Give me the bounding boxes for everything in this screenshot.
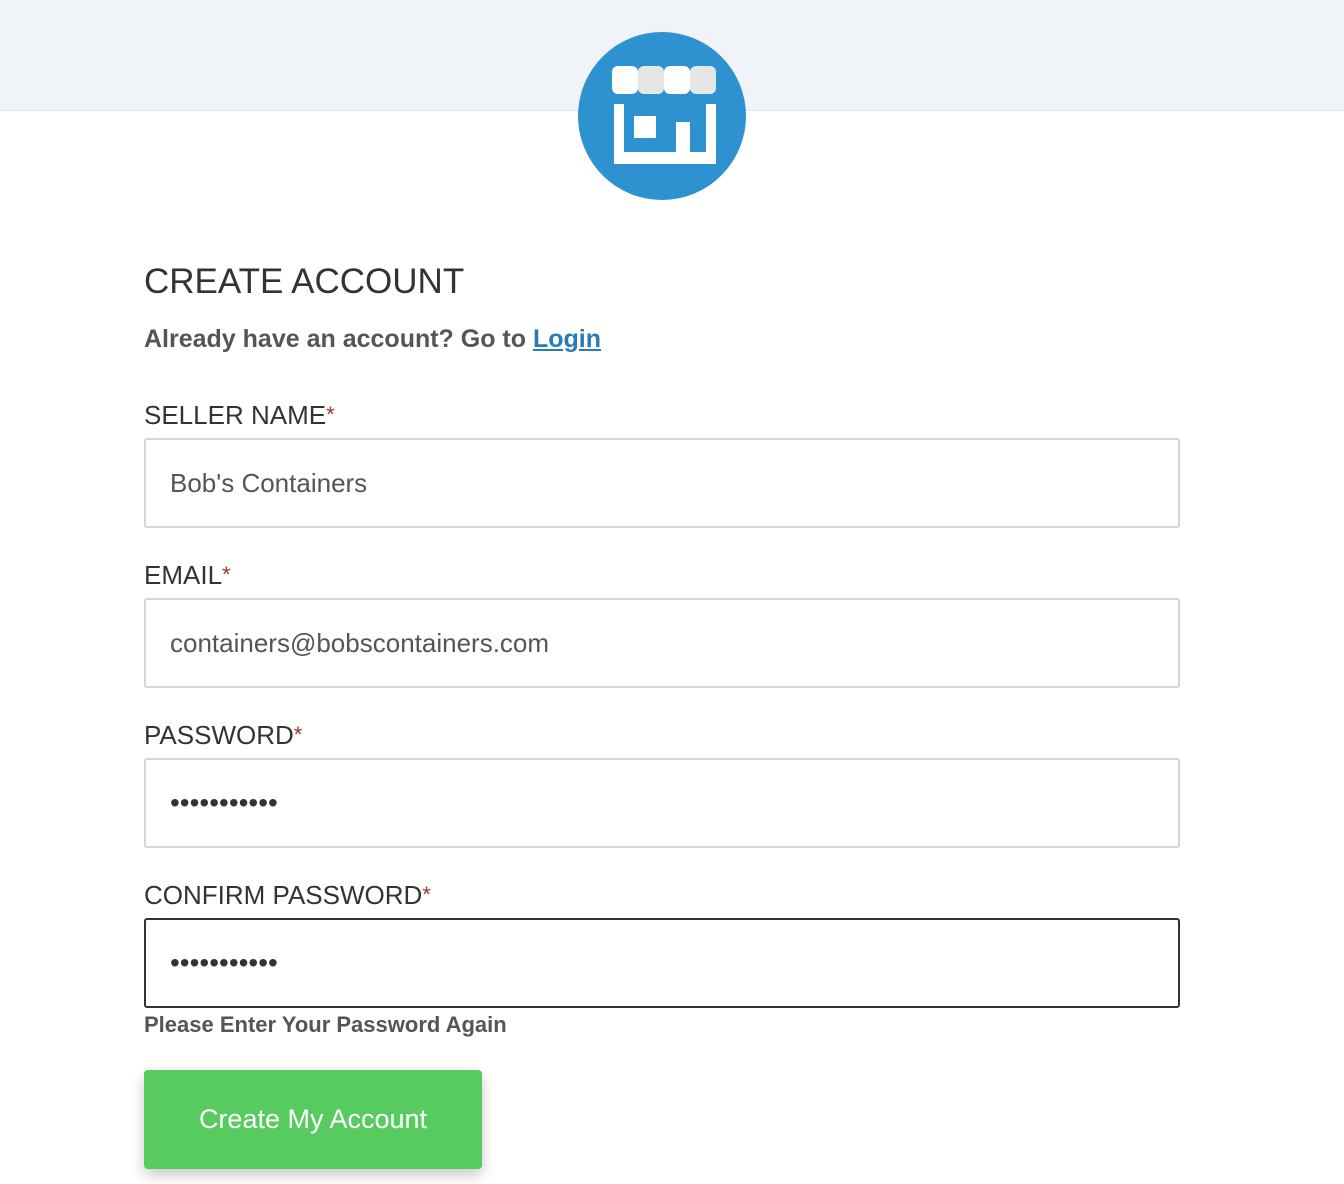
seller-name-input[interactable]: Bob's Containers xyxy=(144,438,1180,528)
page-title: CREATE ACCOUNT xyxy=(144,262,465,301)
login-link[interactable]: Login xyxy=(533,325,601,353)
email-label: EMAIL* xyxy=(144,560,231,590)
password-masked-value: ••••••••••• xyxy=(170,787,278,818)
password-input[interactable]: ••••••••••• xyxy=(144,758,1180,848)
password-label: PASSWORD* xyxy=(144,720,303,750)
seller-name-field-group: SELLER NAME* Bob's Containers xyxy=(144,400,1180,528)
seller-name-value: Bob's Containers xyxy=(170,467,368,498)
seller-name-label: SELLER NAME* xyxy=(144,400,335,430)
email-value: containers@bobscontainers.com xyxy=(170,627,550,658)
required-marker: * xyxy=(326,402,335,427)
email-field-group: EMAIL* containers@bobscontainers.com xyxy=(144,560,1180,688)
confirm-password-field-group: CONFIRM PASSWORD* ••••••••••• Please Ent… xyxy=(144,880,1180,1038)
email-input[interactable]: containers@bobscontainers.com xyxy=(144,598,1180,688)
login-prompt: Already have an account? Go to Login xyxy=(144,324,1180,354)
confirm-password-label: CONFIRM PASSWORD* xyxy=(144,880,431,910)
required-marker: * xyxy=(422,882,431,907)
login-prompt-text: Already have an account? Go to xyxy=(144,325,527,353)
create-account-button[interactable]: Create My Account xyxy=(144,1070,482,1169)
create-account-form: CREATE ACCOUNT Already have an account? … xyxy=(144,262,1180,1169)
confirm-password-help-text: Please Enter Your Password Again xyxy=(144,1012,507,1037)
confirm-password-masked-value: ••••••••••• xyxy=(170,947,278,978)
storefront-logo-icon xyxy=(578,32,746,200)
required-marker: * xyxy=(293,722,303,747)
required-marker: * xyxy=(222,562,231,587)
confirm-password-input[interactable]: ••••••••••• xyxy=(144,918,1180,1008)
password-field-group: PASSWORD* ••••••••••• xyxy=(144,720,1180,848)
